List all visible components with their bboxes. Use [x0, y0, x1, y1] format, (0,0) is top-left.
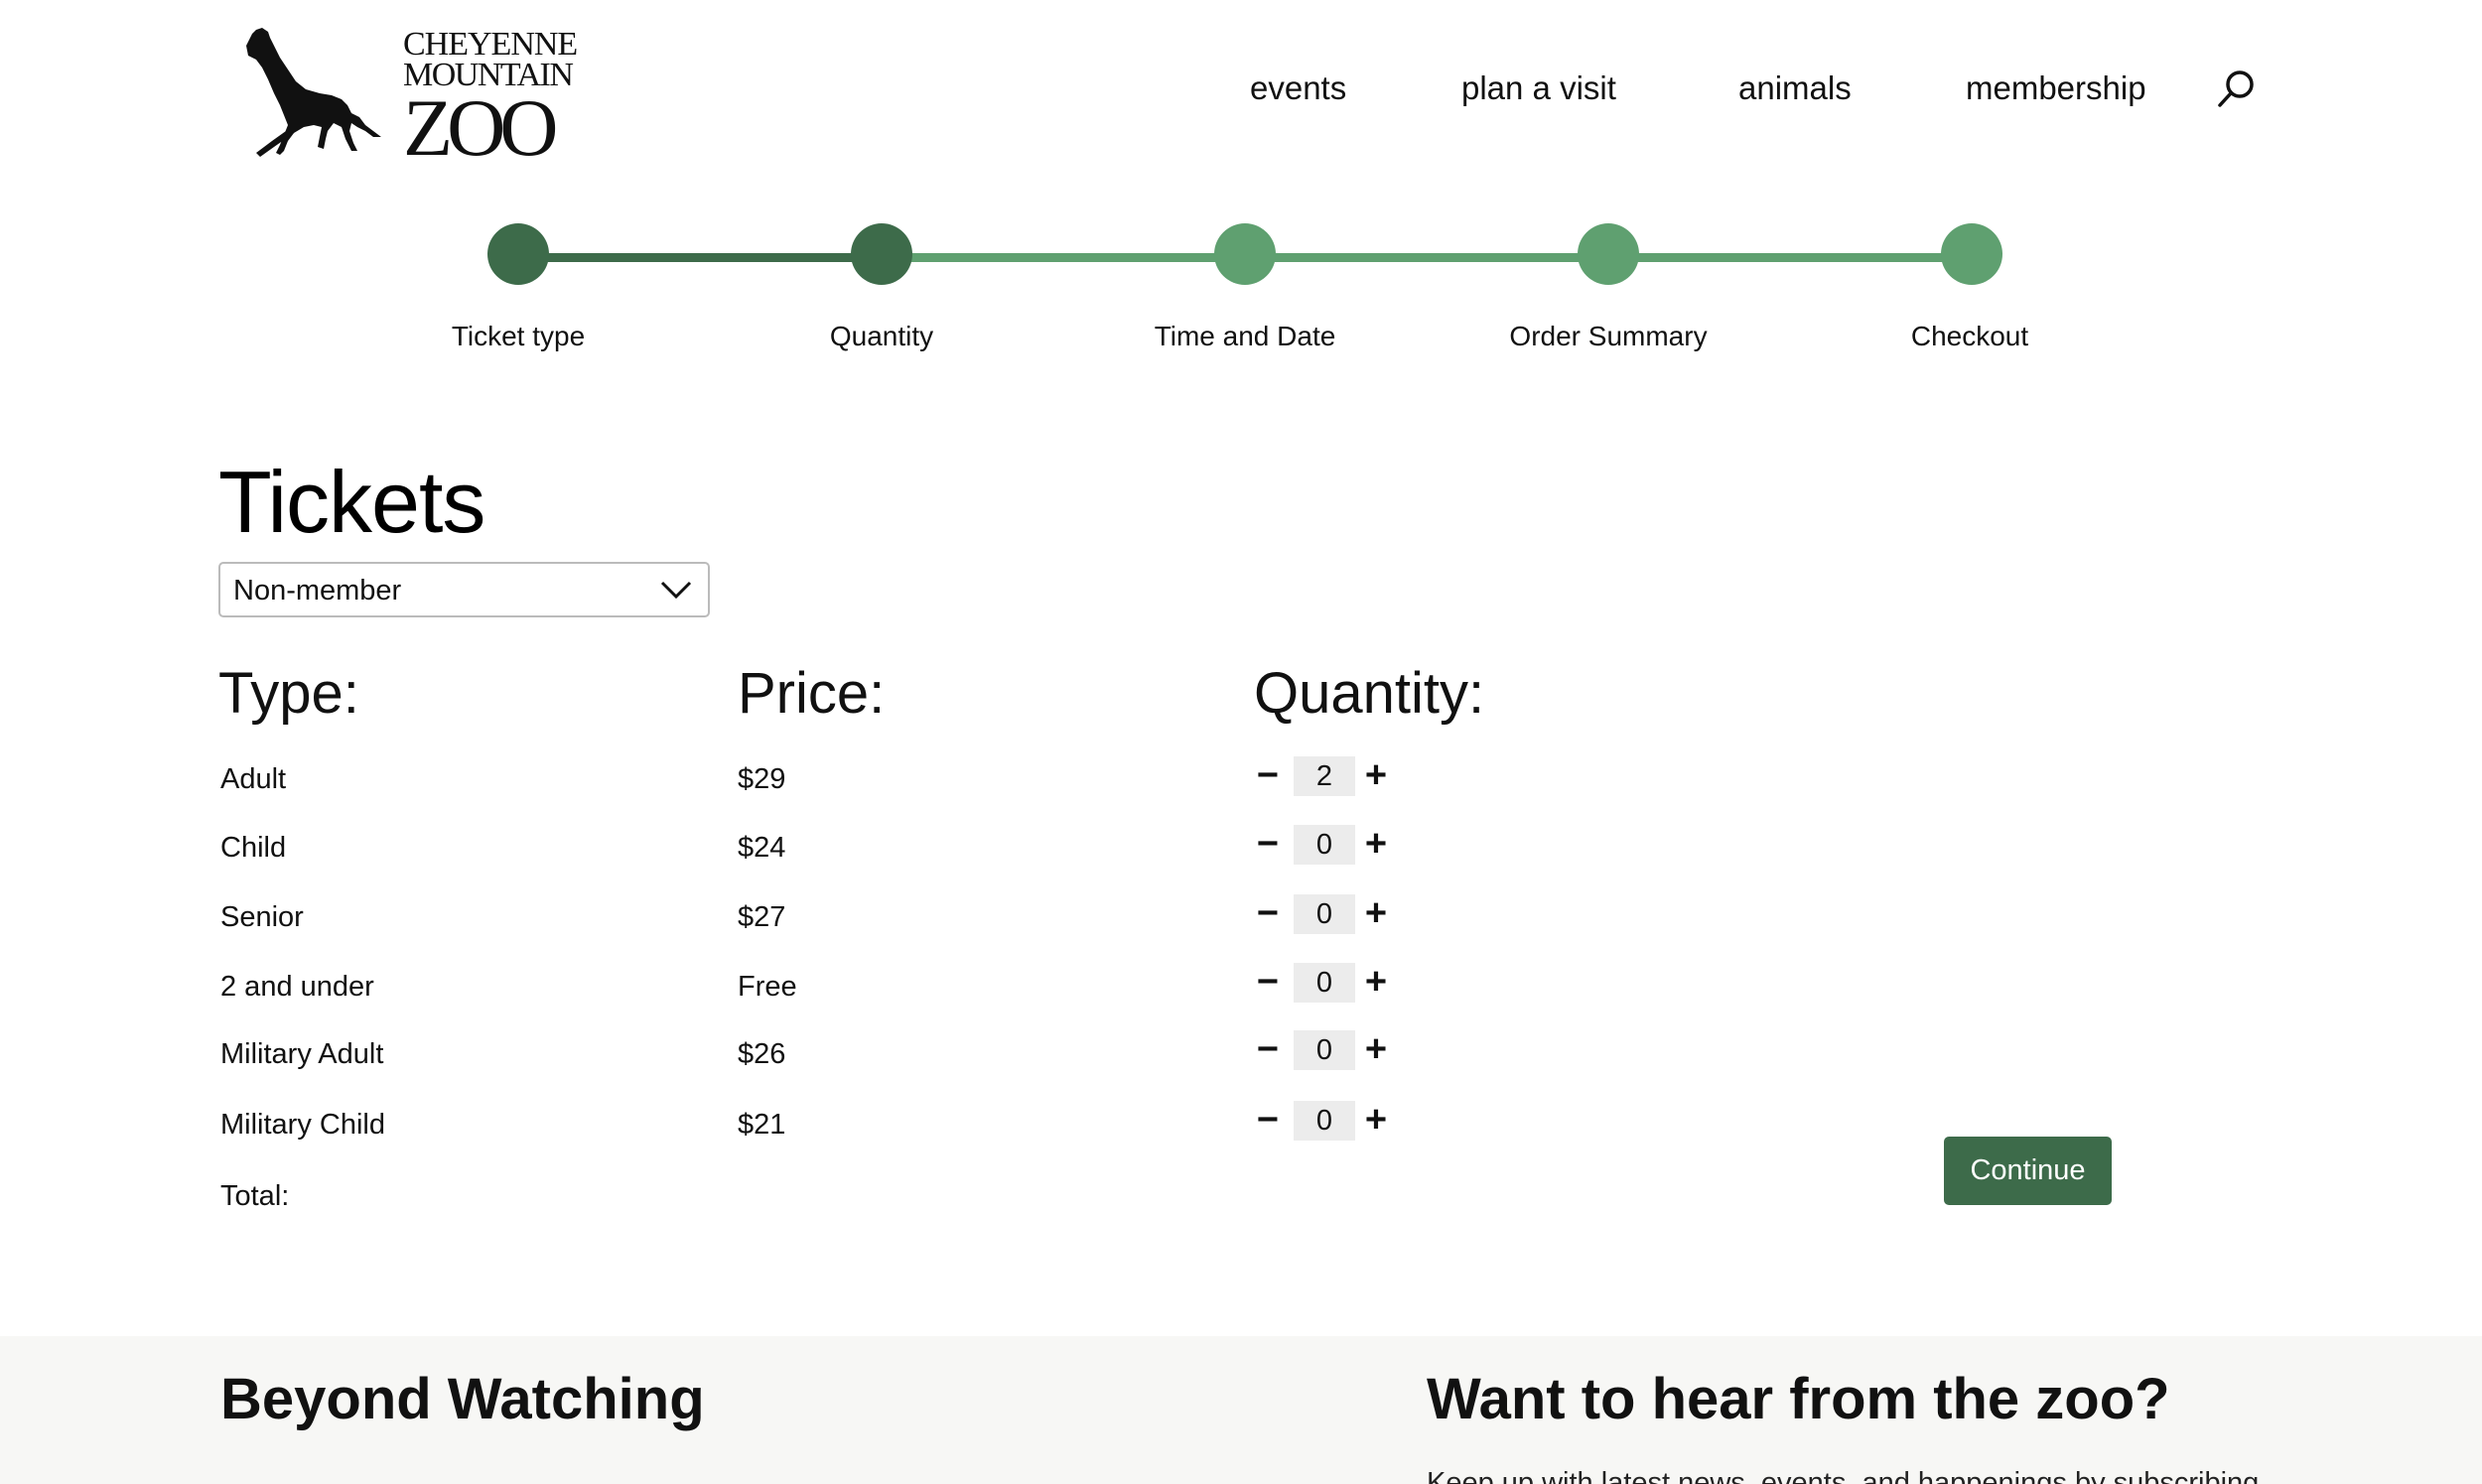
ticket-price-senior: $27 [738, 901, 786, 933]
military-adult-quantity-field[interactable]: 0 [1294, 1030, 1355, 1070]
2-and-under-increase-button[interactable]: + [1361, 963, 1391, 1001]
child-quantity-field[interactable]: 0 [1294, 825, 1355, 865]
step-label-order-summary: Order Summary [1509, 321, 1708, 351]
step-dot-quantity[interactable] [851, 223, 912, 285]
nav-animals[interactable]: animals [1738, 69, 1852, 107]
continue-button[interactable]: Continue [1944, 1137, 2112, 1205]
senior-quantity-field[interactable]: 0 [1294, 894, 1355, 934]
step-dot-time-and-date [1214, 223, 1276, 285]
child-decrease-button[interactable]: − [1253, 825, 1283, 863]
ticket-price-military-adult: $26 [738, 1038, 786, 1070]
page-title: Tickets [218, 453, 485, 551]
step-label-checkout: Checkout [1910, 321, 2029, 351]
military-child-increase-button[interactable]: + [1361, 1101, 1391, 1139]
ticket-type-2-and-under: 2 and under [220, 971, 374, 1003]
ticket-type-adult: Adult [220, 763, 287, 795]
ticket-price-military-child: $21 [738, 1109, 786, 1141]
step-connector-4 [1608, 253, 1972, 262]
ticket-price-2-and-under: Free [738, 971, 797, 1003]
logo-text-cheyenne: CHEYENNE [403, 26, 578, 63]
main-nav: events plan a visit animals membership [0, 69, 2482, 119]
ticket-price-child: $24 [738, 832, 786, 864]
adult-decrease-button[interactable]: − [1253, 756, 1283, 794]
step-dot-checkout [1941, 223, 2002, 285]
military-adult-increase-button[interactable]: + [1361, 1030, 1391, 1068]
search-icon[interactable] [2216, 67, 2256, 111]
nav-membership[interactable]: membership [1966, 69, 2146, 107]
quantity-column-header: Quantity: [1254, 661, 1485, 726]
ticket-type-military-child: Military Child [220, 1109, 385, 1141]
footer: Beyond Watching Want to hear from the zo… [0, 1336, 2482, 1484]
total-label: Total: [220, 1180, 290, 1212]
2-and-under-decrease-button[interactable]: − [1253, 963, 1283, 1001]
membership-select-value: Non-member [233, 575, 402, 607]
price-column-header: Price: [738, 661, 886, 726]
adult-quantity-field[interactable]: 2 [1294, 756, 1355, 796]
step-label-ticket-type: Ticket type [451, 321, 586, 351]
step-label-quantity: Quantity [829, 321, 934, 351]
footer-newsletter-text: Keep up with latest news, events, and ha… [1427, 1467, 2260, 1484]
ticket-price-adult: $29 [738, 763, 786, 795]
type-column-header: Type: [218, 661, 359, 726]
step-label-time-and-date: Time and Date [1154, 321, 1336, 351]
senior-increase-button[interactable]: + [1361, 894, 1391, 932]
ticket-type-military-adult: Military Adult [220, 1038, 384, 1070]
progress-stepper: Ticket type Quantity Time and Date Order… [0, 223, 2482, 362]
footer-heading-newsletter: Want to hear from the zoo? [1427, 1367, 2170, 1431]
step-dot-order-summary [1578, 223, 1639, 285]
footer-heading-beyond-watching: Beyond Watching [220, 1367, 705, 1431]
2-and-under-quantity-field[interactable]: 0 [1294, 963, 1355, 1003]
nav-events[interactable]: events [1250, 69, 1346, 107]
step-connector-3 [1245, 253, 1608, 262]
step-connector-2 [882, 253, 1245, 262]
membership-select[interactable]: Non-member [218, 562, 710, 617]
ticket-type-child: Child [220, 832, 287, 864]
military-child-quantity-field[interactable]: 0 [1294, 1101, 1355, 1141]
ticket-type-senior: Senior [220, 901, 304, 933]
chevron-down-icon [660, 581, 692, 600]
military-child-decrease-button[interactable]: − [1253, 1101, 1283, 1139]
nav-plan-a-visit[interactable]: plan a visit [1461, 69, 1616, 107]
senior-decrease-button[interactable]: − [1253, 894, 1283, 932]
step-connector-1 [518, 253, 882, 262]
step-dot-ticket-type[interactable] [487, 223, 549, 285]
adult-increase-button[interactable]: + [1361, 756, 1391, 794]
military-adult-decrease-button[interactable]: − [1253, 1030, 1283, 1068]
child-increase-button[interactable]: + [1361, 825, 1391, 863]
